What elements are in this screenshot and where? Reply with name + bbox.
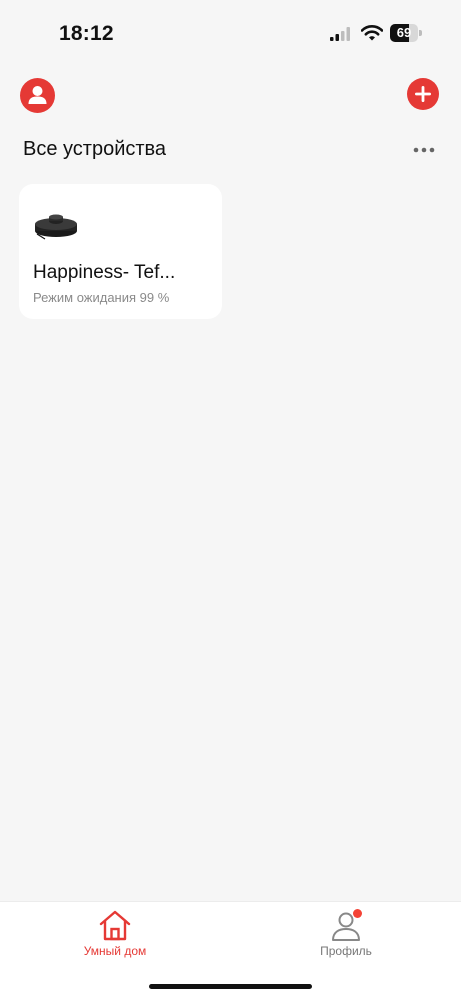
cellular-signal-icon	[330, 27, 350, 41]
status-bar: 18:12 69	[0, 0, 461, 60]
ellipsis-icon	[413, 147, 435, 153]
profile-button[interactable]	[20, 78, 55, 113]
more-options-button[interactable]	[408, 140, 440, 160]
home-icon	[99, 910, 131, 941]
notification-badge	[353, 909, 362, 918]
section-title: Все устройства	[23, 138, 167, 160]
tab-smart-home-label: Умный дом	[83, 944, 147, 958]
battery-icon: 69	[390, 24, 422, 42]
tab-smart-home[interactable]: Умный дом	[50, 902, 180, 972]
add-device-button[interactable]	[407, 78, 439, 110]
device-name: Happiness- Tef...	[33, 262, 176, 283]
tab-profile-label: Профиль	[320, 944, 372, 958]
user-icon	[28, 86, 47, 104]
device-card[interactable]: Happiness- Tef... Режим ожидания 99 %	[19, 184, 222, 319]
tab-profile[interactable]: Профиль	[281, 902, 411, 972]
robot-vacuum-image	[35, 214, 77, 240]
device-status: Режим ожидания 99 %	[33, 290, 170, 305]
wifi-icon	[361, 25, 383, 41]
battery-percent: 69	[396, 25, 412, 40]
home-indicator	[149, 984, 312, 989]
plus-icon	[415, 86, 431, 102]
status-time: 18:12	[59, 22, 114, 45]
